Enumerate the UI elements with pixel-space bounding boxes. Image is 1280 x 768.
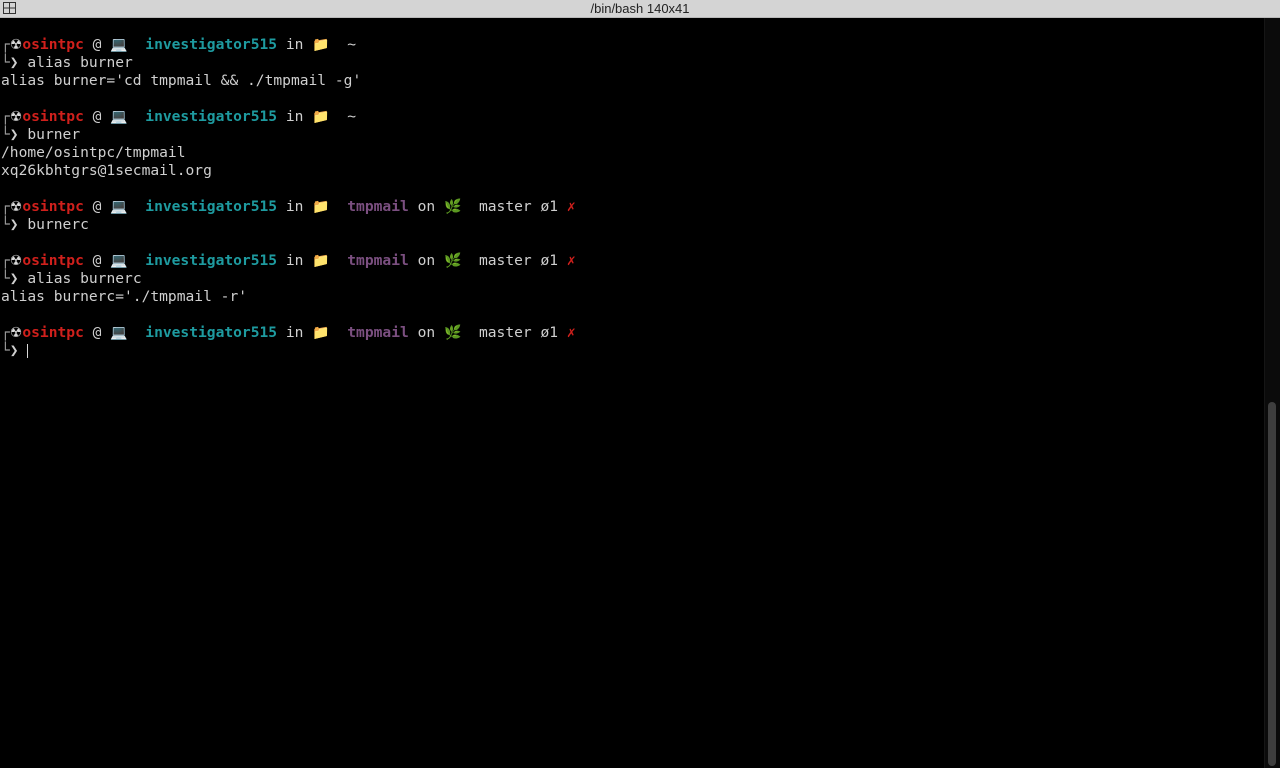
output-line: alias burner='cd tmpmail && ./tmpmail -g… [1, 72, 362, 89]
prompt-user: osintpc [22, 108, 84, 125]
scrollbar-thumb[interactable] [1268, 402, 1276, 766]
command-text: alias burner [27, 54, 133, 71]
prompt-at: @ [92, 252, 102, 269]
git-branch-name: master [478, 252, 532, 269]
command-line[interactable]: └❯ burnerc [1, 216, 89, 234]
output-line: alias burnerc='./tmpmail -r' [1, 288, 248, 305]
command-line[interactable]: └❯ [1, 342, 29, 360]
prompt-on: on [417, 198, 436, 215]
prompt-bracket-bottom: └ [1, 126, 10, 143]
prompt-in: in [285, 198, 304, 215]
prompt-in: in [285, 324, 304, 341]
radiation-icon: ☢ [9, 325, 23, 341]
prompt-directory: tmpmail [347, 324, 409, 341]
git-dirty-icon: ✗ [566, 252, 576, 269]
git-branch-icon: 🌿 [443, 325, 462, 341]
prompt-at: @ [92, 324, 102, 341]
prompt-on: on [417, 252, 436, 269]
prompt-arrow-icon: ❯ [9, 126, 19, 143]
prompt-on: on [417, 324, 436, 341]
prompt-directory: ~ [347, 36, 357, 53]
git-dirty-icon: ✗ [566, 324, 576, 341]
prompt-line: ┌☢osintpc @ 💻 investigator515 in 📁 ~ [1, 36, 356, 54]
prompt-host: investigator515 [145, 324, 278, 341]
prompt-arrow-icon: ❯ [9, 270, 19, 287]
prompt-user: osintpc [22, 198, 84, 215]
prompt-in: in [285, 252, 304, 269]
window-title: /bin/bash 140x41 [590, 1, 690, 16]
git-branch-name: master [478, 198, 532, 215]
prompt-bracket-bottom: └ [1, 342, 10, 359]
laptop-icon: 💻 [110, 199, 128, 215]
prompt-bracket-bottom: └ [1, 270, 10, 287]
laptop-icon: 💻 [110, 37, 128, 53]
folder-icon: 📁 [312, 199, 330, 215]
prompt-line: ┌☢osintpc @ 💻 investigator515 in 📁 tmpma… [1, 198, 576, 216]
prompt-host: investigator515 [145, 252, 278, 269]
prompt-in: in [285, 108, 304, 125]
prompt-user: osintpc [22, 252, 84, 269]
git-dirty-icon: ✗ [566, 198, 576, 215]
prompt-bracket-top: ┌ [1, 324, 10, 341]
radiation-icon: ☢ [9, 109, 23, 125]
git-branch-name: master [478, 324, 532, 341]
prompt-in: in [285, 36, 304, 53]
window-menu-icon[interactable] [3, 2, 16, 14]
folder-icon: 📁 [312, 37, 330, 53]
prompt-bracket-top: ┌ [1, 198, 10, 215]
prompt-line: ┌☢osintpc @ 💻 investigator515 in 📁 tmpma… [1, 324, 576, 342]
prompt-at: @ [92, 108, 102, 125]
prompt-host: investigator515 [145, 108, 278, 125]
prompt-user: osintpc [22, 324, 84, 341]
text-cursor [27, 344, 29, 358]
command-text: alias burnerc [27, 270, 142, 287]
radiation-icon: ☢ [9, 199, 23, 215]
laptop-icon: 💻 [110, 253, 128, 269]
prompt-arrow-icon: ❯ [9, 216, 19, 233]
prompt-user: osintpc [22, 36, 84, 53]
command-line[interactable]: └❯ alias burnerc [1, 270, 142, 288]
prompt-directory: ~ [347, 108, 357, 125]
git-branch-icon: 🌿 [443, 253, 462, 269]
prompt-bracket-top: ┌ [1, 36, 10, 53]
command-line[interactable]: └❯ burner [1, 126, 80, 144]
prompt-line: ┌☢osintpc @ 💻 investigator515 in 📁 tmpma… [1, 252, 576, 270]
output-line: /home/osintpc/tmpmail [1, 144, 186, 161]
radiation-icon: ☢ [9, 253, 23, 269]
prompt-bracket-bottom: └ [1, 54, 10, 71]
git-status: ø1 [540, 252, 559, 269]
prompt-arrow-icon: ❯ [9, 54, 19, 71]
prompt-bracket-top: ┌ [1, 108, 10, 125]
prompt-host: investigator515 [145, 36, 278, 53]
prompt-line: ┌☢osintpc @ 💻 investigator515 in 📁 ~ [1, 108, 356, 126]
output-line: xq26kbhtgrs@1secmail.org [1, 162, 212, 179]
command-line[interactable]: └❯ alias burner [1, 54, 133, 72]
command-text: burnerc [27, 216, 89, 233]
title-bar: /bin/bash 140x41 [0, 0, 1280, 18]
command-text: burner [27, 126, 81, 143]
git-status: ø1 [540, 198, 559, 215]
terminal-output[interactable]: ┌☢osintpc @ 💻 investigator515 in 📁 ~ └❯ a… [0, 18, 1265, 768]
folder-icon: 📁 [312, 253, 330, 269]
prompt-bracket-bottom: └ [1, 216, 10, 233]
prompt-directory: tmpmail [347, 198, 409, 215]
prompt-bracket-top: ┌ [1, 252, 10, 269]
git-status: ø1 [540, 324, 559, 341]
prompt-at: @ [92, 198, 102, 215]
radiation-icon: ☢ [9, 37, 23, 53]
prompt-host: investigator515 [145, 198, 278, 215]
prompt-at: @ [92, 36, 102, 53]
scrollbar[interactable] [1264, 18, 1280, 768]
prompt-directory: tmpmail [347, 252, 409, 269]
folder-icon: 📁 [312, 109, 330, 125]
laptop-icon: 💻 [110, 325, 128, 341]
laptop-icon: 💻 [110, 109, 128, 125]
git-branch-icon: 🌿 [443, 199, 462, 215]
folder-icon: 📁 [312, 325, 330, 341]
prompt-arrow-icon: ❯ [9, 342, 19, 359]
